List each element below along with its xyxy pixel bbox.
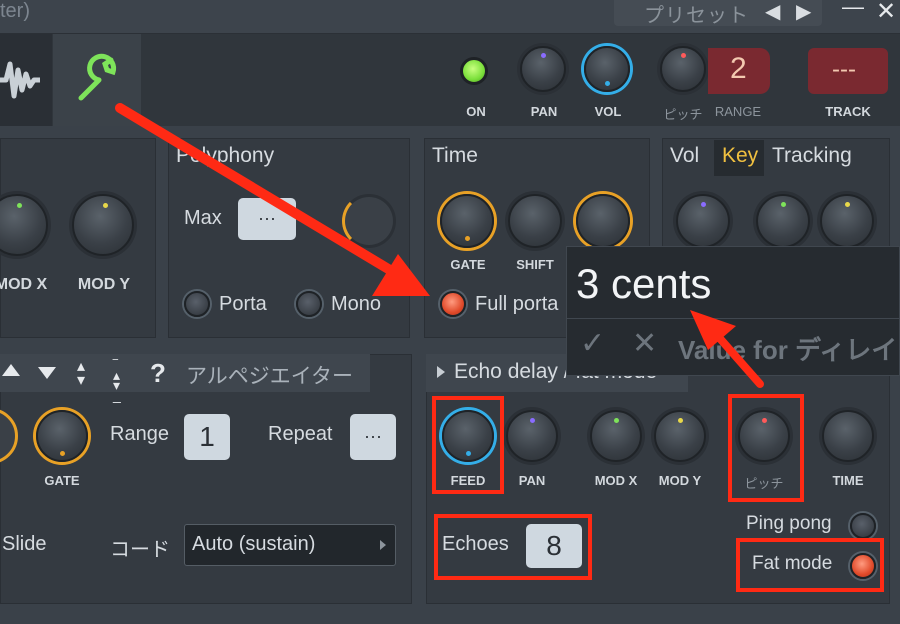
annotation-arrows [115, 103, 764, 388]
